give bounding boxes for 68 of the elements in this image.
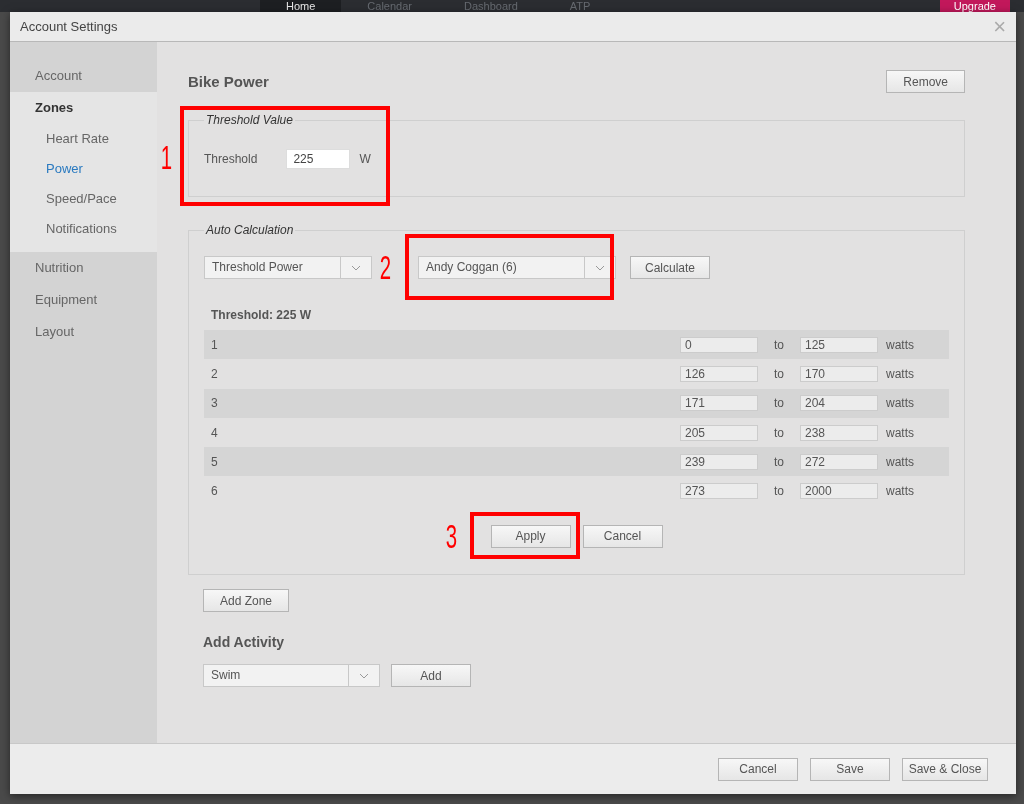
threshold-label: Threshold: [204, 152, 258, 166]
unit-label: watts: [886, 396, 914, 411]
footer-button[interactable]: Cancel: [718, 757, 798, 781]
zone-to-input[interactable]: 238: [800, 424, 878, 441]
chevron-down-icon: [595, 264, 605, 271]
to-label: to: [773, 454, 785, 469]
zone-to-input[interactable]: 125: [800, 336, 878, 353]
zone-from-input[interactable]: 126: [680, 365, 758, 382]
chevron-down-icon: [359, 672, 369, 679]
zone-number: 6: [211, 484, 219, 499]
to-label: to: [773, 484, 785, 499]
sidebar-subitem[interactable]: Notifications: [10, 214, 157, 244]
zone-from-input[interactable]: 0: [680, 336, 758, 353]
sidebar-subitem[interactable]: Power: [10, 154, 157, 184]
remove-button[interactable]: Remove: [886, 70, 965, 93]
annotation-number: 3: [445, 519, 458, 553]
unit-label: W: [359, 152, 371, 166]
zone-number: 2: [211, 366, 219, 381]
footer-button[interactable]: Save & Close: [902, 757, 988, 781]
sidebar-item[interactable]: Zones: [10, 92, 157, 124]
add-button[interactable]: Add: [391, 664, 471, 687]
unit-label: watts: [886, 454, 914, 469]
zone-number: 3: [211, 396, 219, 411]
zone-to-input[interactable]: 204: [800, 395, 878, 412]
fieldset-legend: Auto Calculation: [204, 223, 296, 237]
zone-to-input[interactable]: 2000: [800, 483, 878, 500]
zone-number: 4: [211, 425, 219, 440]
sidebar-item[interactable]: Equipment: [10, 284, 157, 316]
unit-label: watts: [886, 366, 914, 381]
zone-from-input[interactable]: 205: [680, 424, 758, 441]
calculate-button[interactable]: Calculate: [630, 256, 711, 279]
nav-tab[interactable]: Home: [260, 0, 342, 12]
zone-to-input[interactable]: 170: [800, 365, 878, 382]
to-label: to: [773, 396, 785, 411]
fieldset-legend: Threshold Value: [204, 113, 295, 127]
threshold-input[interactable]: 225: [286, 149, 351, 169]
to-label: to: [773, 425, 785, 440]
activity-dropdown[interactable]: Swim: [203, 664, 380, 687]
unit-label: watts: [886, 425, 914, 440]
add-activity-title: Add Activity: [203, 634, 285, 650]
sidebar-item[interactable]: Account: [10, 60, 157, 92]
unit-label: watts: [886, 484, 914, 499]
footer-button[interactable]: Save: [810, 757, 890, 781]
section-title: Bike Power: [188, 73, 269, 90]
sidebar-item[interactable]: Layout: [10, 316, 157, 348]
dialog-title: Account Settings: [20, 19, 118, 34]
to-label: to: [773, 366, 785, 381]
apply-button[interactable]: Apply: [490, 524, 571, 548]
add-zone-button[interactable]: Add Zone: [203, 589, 290, 612]
zone-from-input[interactable]: 273: [680, 483, 758, 500]
method-dropdown[interactable]: Threshold Power: [204, 256, 372, 279]
chevron-down-icon: [351, 264, 361, 271]
zone-from-input[interactable]: 171: [680, 395, 758, 412]
cancel-button[interactable]: Cancel: [582, 524, 663, 548]
zone-number: 1: [211, 337, 219, 352]
unit-label: watts: [886, 337, 914, 352]
zone-from-input[interactable]: 239: [680, 453, 758, 470]
annotation-number: 1: [160, 140, 173, 174]
model-dropdown[interactable]: Andy Coggan (6): [418, 256, 616, 279]
zone-number: 5: [211, 454, 219, 469]
annotation-number: 2: [379, 250, 392, 284]
zone-to-input[interactable]: 272: [800, 453, 878, 470]
sidebar-item[interactable]: Nutrition: [10, 252, 157, 284]
to-label: to: [773, 337, 785, 352]
upgrade-button[interactable]: Upgrade: [939, 0, 1010, 12]
sidebar-subitem[interactable]: Speed/Pace: [10, 184, 157, 214]
threshold-summary: Threshold: 225 W: [211, 308, 312, 322]
sidebar-subitem[interactable]: Heart Rate: [10, 124, 157, 154]
